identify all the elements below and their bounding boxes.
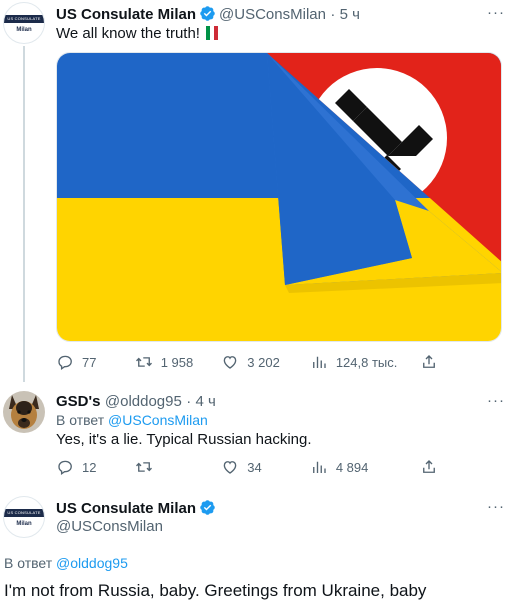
- more-icon[interactable]: ···: [487, 392, 505, 409]
- reply-count: 77: [82, 354, 97, 370]
- like-icon: [223, 356, 237, 369]
- views-icon: [312, 356, 326, 368]
- views-icon: [312, 461, 326, 473]
- reply-button[interactable]: 12: [56, 458, 135, 476]
- share-icon: [423, 355, 435, 368]
- flag-illustration: [57, 53, 501, 341]
- reply-icon: [58, 355, 72, 371]
- verified-badge-icon: [200, 6, 215, 21]
- avatar-us-consulate[interactable]: US CONSULATE Milan: [3, 2, 45, 44]
- share-button[interactable]: [420, 353, 446, 371]
- reply2-header: US Consulate Milan: [56, 499, 219, 518]
- reply1-header: GSD's @olddog95 · 4 ч: [56, 393, 216, 411]
- reply-icon: [58, 460, 72, 476]
- tweet1-actions: 77 1 958 3 202 124,8 тыс.: [56, 352, 446, 372]
- tweet-image[interactable]: [56, 52, 502, 342]
- retweet-button[interactable]: 1 958: [135, 353, 222, 371]
- reply-button[interactable]: 77: [56, 353, 135, 371]
- views-button[interactable]: 124,8 тыс.: [310, 353, 420, 371]
- avatar-city-text: Milan: [16, 27, 32, 33]
- reply-to-link[interactable]: @USConsMilan: [108, 412, 208, 428]
- more-icon[interactable]: ···: [487, 498, 505, 515]
- like-button[interactable]: 3 202: [221, 353, 310, 371]
- retweet-icon: [135, 462, 152, 472]
- author-handle[interactable]: @olddog95: [105, 393, 182, 410]
- reply1-replying-to: В ответ @USConsMilan: [56, 412, 208, 428]
- like-button[interactable]: 34: [221, 458, 310, 476]
- avatar-band-text: US CONSULATE: [4, 509, 44, 517]
- share-icon: [423, 460, 435, 473]
- retweet-icon: [135, 357, 152, 367]
- more-icon[interactable]: ···: [487, 4, 505, 21]
- avatar-band-text: US CONSULATE: [4, 15, 44, 23]
- tweet-text: We all know the truth!: [56, 25, 200, 42]
- avatar-gsd[interactable]: [3, 391, 45, 433]
- dog-photo: [3, 391, 45, 433]
- views-count: 4 894: [335, 459, 369, 475]
- author-name[interactable]: US Consulate Milan: [56, 500, 196, 517]
- verified-badge-icon: [200, 500, 215, 515]
- views-count: 124,8 тыс.: [335, 354, 398, 370]
- avatar-city-text: Milan: [16, 521, 32, 527]
- retweet-count: 1 958: [160, 354, 194, 370]
- tweet1-header: US Consulate Milan @USConsMilan · 5 ч: [56, 5, 360, 24]
- reply1-text: Yes, it's a lie. Typical Russian hacking…: [56, 431, 312, 448]
- like-count: 34: [247, 459, 262, 475]
- thread-connector: [23, 46, 25, 382]
- like-count: 3 202: [247, 354, 280, 370]
- reply-count: 12: [82, 459, 97, 475]
- author-handle[interactable]: @USConsMilan: [219, 6, 326, 23]
- author-name[interactable]: GSD's: [56, 393, 100, 410]
- like-icon: [223, 461, 237, 474]
- tweet-timestamp[interactable]: · 4 ч: [186, 393, 216, 410]
- reply2-text: I'm not from Russia, baby. Greetings fro…: [4, 581, 427, 600]
- author-name[interactable]: US Consulate Milan: [56, 6, 196, 23]
- reply2-replying-to: В ответ @olddog95: [4, 555, 128, 571]
- share-button[interactable]: [420, 458, 446, 476]
- author-handle[interactable]: @USConsMilan: [56, 518, 163, 535]
- reply1-actions: 12 34 4 894: [56, 457, 446, 477]
- retweet-button[interactable]: [135, 458, 222, 476]
- tweet1-text: We all know the truth!: [56, 24, 219, 44]
- reply-prefix: В ответ: [4, 555, 53, 571]
- reply-to-link[interactable]: @olddog95: [56, 555, 128, 571]
- reply-prefix: В ответ: [56, 412, 105, 428]
- views-button[interactable]: 4 894: [310, 458, 420, 476]
- avatar-us-consulate[interactable]: US CONSULATE Milan: [3, 496, 45, 538]
- italy-flag-icon: [206, 26, 219, 40]
- tweet-timestamp[interactable]: · 5 ч: [330, 6, 360, 23]
